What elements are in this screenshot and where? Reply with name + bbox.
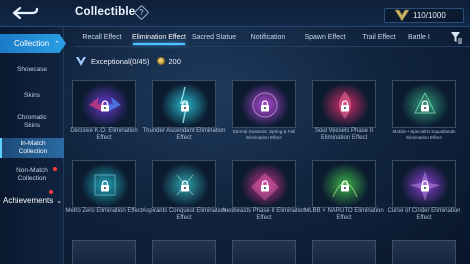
sidebar-collection-label: Collection bbox=[14, 39, 50, 48]
effect-name: Eternal Seasons: Spring & Fall Eliminati… bbox=[232, 129, 296, 140]
lock-icon bbox=[341, 180, 349, 192]
effect-tabs: Recall Effect Elimination Effect Sacred … bbox=[74, 28, 470, 46]
tab-spawn-effect[interactable]: Spawn Effect bbox=[296, 28, 354, 46]
lock-icon bbox=[101, 100, 109, 112]
rarity-icon bbox=[76, 56, 86, 66]
rarity-cost: 200 bbox=[168, 56, 181, 66]
effect-card[interactable]: Soul Vessels Phase II Elimination Effect bbox=[312, 80, 376, 144]
effect-name: Metro Zero Elimination Effect bbox=[65, 208, 143, 214]
effect-name: Curse of Cinder Elimination Effect bbox=[387, 208, 461, 221]
effect-card[interactable]: MLBB × NARUTO Elimination Effect bbox=[304, 160, 384, 224]
effect-card[interactable]: Neobeasts Phase II Elimination Effect bbox=[222, 160, 306, 224]
sidebar-achievements-category[interactable]: Achievements ⌄ bbox=[0, 191, 64, 210]
effect-thumbnail bbox=[152, 80, 216, 128]
effect-card-partial[interactable] bbox=[392, 240, 456, 264]
sidebar-item-in-match-collection[interactable]: In-Match Collection bbox=[0, 138, 64, 158]
lock-icon bbox=[341, 100, 349, 112]
effect-thumbnail bbox=[72, 160, 136, 208]
effect-name: Decisive K.O. Elimination Effect bbox=[70, 128, 138, 141]
lock-icon bbox=[421, 100, 429, 112]
lock-icon bbox=[261, 100, 269, 112]
chevron-down-icon: ⌄ bbox=[56, 197, 63, 205]
lock-icon bbox=[101, 180, 109, 192]
back-arrow-icon bbox=[12, 6, 38, 20]
notification-dot bbox=[49, 190, 53, 194]
sidebar-item-showcase[interactable]: Showcase bbox=[0, 66, 64, 74]
filter-icon bbox=[451, 32, 462, 44]
sidebar-item-chromatic-skins[interactable]: Chromatic Skins bbox=[0, 114, 64, 130]
tab-divider bbox=[74, 46, 470, 47]
lock-icon bbox=[261, 180, 269, 192]
sidebar-item-skins[interactable]: Skins bbox=[0, 92, 64, 100]
effect-name: Mobile • Specialist Squadlands Eliminati… bbox=[392, 129, 456, 140]
progress-text: 110/1000 bbox=[413, 11, 446, 20]
tab-sacred-statue[interactable]: Sacred Statue bbox=[188, 28, 240, 46]
effect-thumbnail bbox=[312, 80, 376, 128]
coin-icon bbox=[157, 57, 166, 65]
help-icon[interactable]: ? bbox=[133, 4, 150, 21]
effect-thumbnail bbox=[232, 160, 296, 208]
effect-card[interactable]: Thunder Ascendant Elimination Effect bbox=[142, 80, 226, 144]
effect-name: MLBB × NARUTO Elimination Effect bbox=[304, 208, 384, 221]
rarity-section-header: Exceptional(0/45) 200 bbox=[76, 55, 181, 67]
lock-icon bbox=[181, 180, 189, 192]
effect-card[interactable]: Mobile • Specialist Squadlands Eliminati… bbox=[392, 80, 456, 144]
effect-card-partial[interactable] bbox=[312, 240, 376, 264]
effect-name: Neobeasts Phase II Elimination Effect bbox=[222, 208, 306, 221]
effect-card-partial[interactable] bbox=[72, 240, 136, 264]
rarity-label: Exceptional(0/45) bbox=[91, 56, 150, 66]
chevron-up-icon: ⌃ bbox=[54, 40, 61, 48]
page-title: Collectible bbox=[75, 6, 136, 18]
effect-card[interactable]: Curse of Cinder Elimination Effect bbox=[387, 160, 461, 224]
effect-name: Soul Vessels Phase II Elimination Effect bbox=[314, 128, 374, 141]
sidebar-achievements-label: Achievements bbox=[3, 196, 54, 205]
sidebar: Collection ⌃ Showcase Skins Chromatic Sk… bbox=[0, 27, 66, 264]
tab-recall-effect[interactable]: Recall Effect bbox=[74, 28, 130, 46]
effect-card[interactable]: Decisive K.O. Elimination Effect bbox=[70, 80, 138, 144]
effect-thumbnail bbox=[152, 160, 216, 208]
tab-battle[interactable]: Battle I bbox=[404, 28, 432, 46]
effect-thumbnail bbox=[392, 160, 456, 208]
effect-card[interactable]: Eternal Seasons: Spring & Fall Eliminati… bbox=[232, 80, 296, 144]
effect-card-partial[interactable] bbox=[152, 240, 216, 264]
lock-icon bbox=[181, 100, 189, 112]
effect-card[interactable]: Metro Zero Elimination Effect bbox=[65, 160, 143, 224]
top-bar: Collectible ? 110/1000 bbox=[0, 0, 470, 27]
effect-name: Aspirants Conquest Elimination Effect bbox=[142, 208, 226, 221]
effect-card-partial[interactable] bbox=[232, 240, 296, 264]
sidebar-collection-category[interactable]: Collection ⌃ bbox=[0, 34, 66, 53]
tab-trail-effect[interactable]: Trail Effect bbox=[354, 28, 404, 46]
tab-notification[interactable]: Notification bbox=[240, 28, 296, 46]
effect-thumbnail bbox=[392, 80, 456, 128]
collection-level-icon bbox=[394, 9, 410, 22]
effect-card[interactable]: Aspirants Conquest Elimination Effect bbox=[142, 160, 226, 224]
notification-dot bbox=[53, 167, 57, 171]
filter-button[interactable] bbox=[450, 31, 463, 44]
effect-thumbnail bbox=[72, 80, 136, 128]
effect-name: Thunder Ascendant Elimination Effect bbox=[142, 128, 226, 141]
lock-icon bbox=[421, 180, 429, 192]
back-button[interactable] bbox=[3, 2, 48, 24]
effect-thumbnail bbox=[312, 160, 376, 208]
effect-thumbnail bbox=[232, 80, 296, 128]
help-symbol: ? bbox=[139, 7, 144, 17]
tab-elimination-effect[interactable]: Elimination Effect bbox=[130, 28, 188, 46]
collection-progress: 110/1000 bbox=[384, 8, 464, 23]
